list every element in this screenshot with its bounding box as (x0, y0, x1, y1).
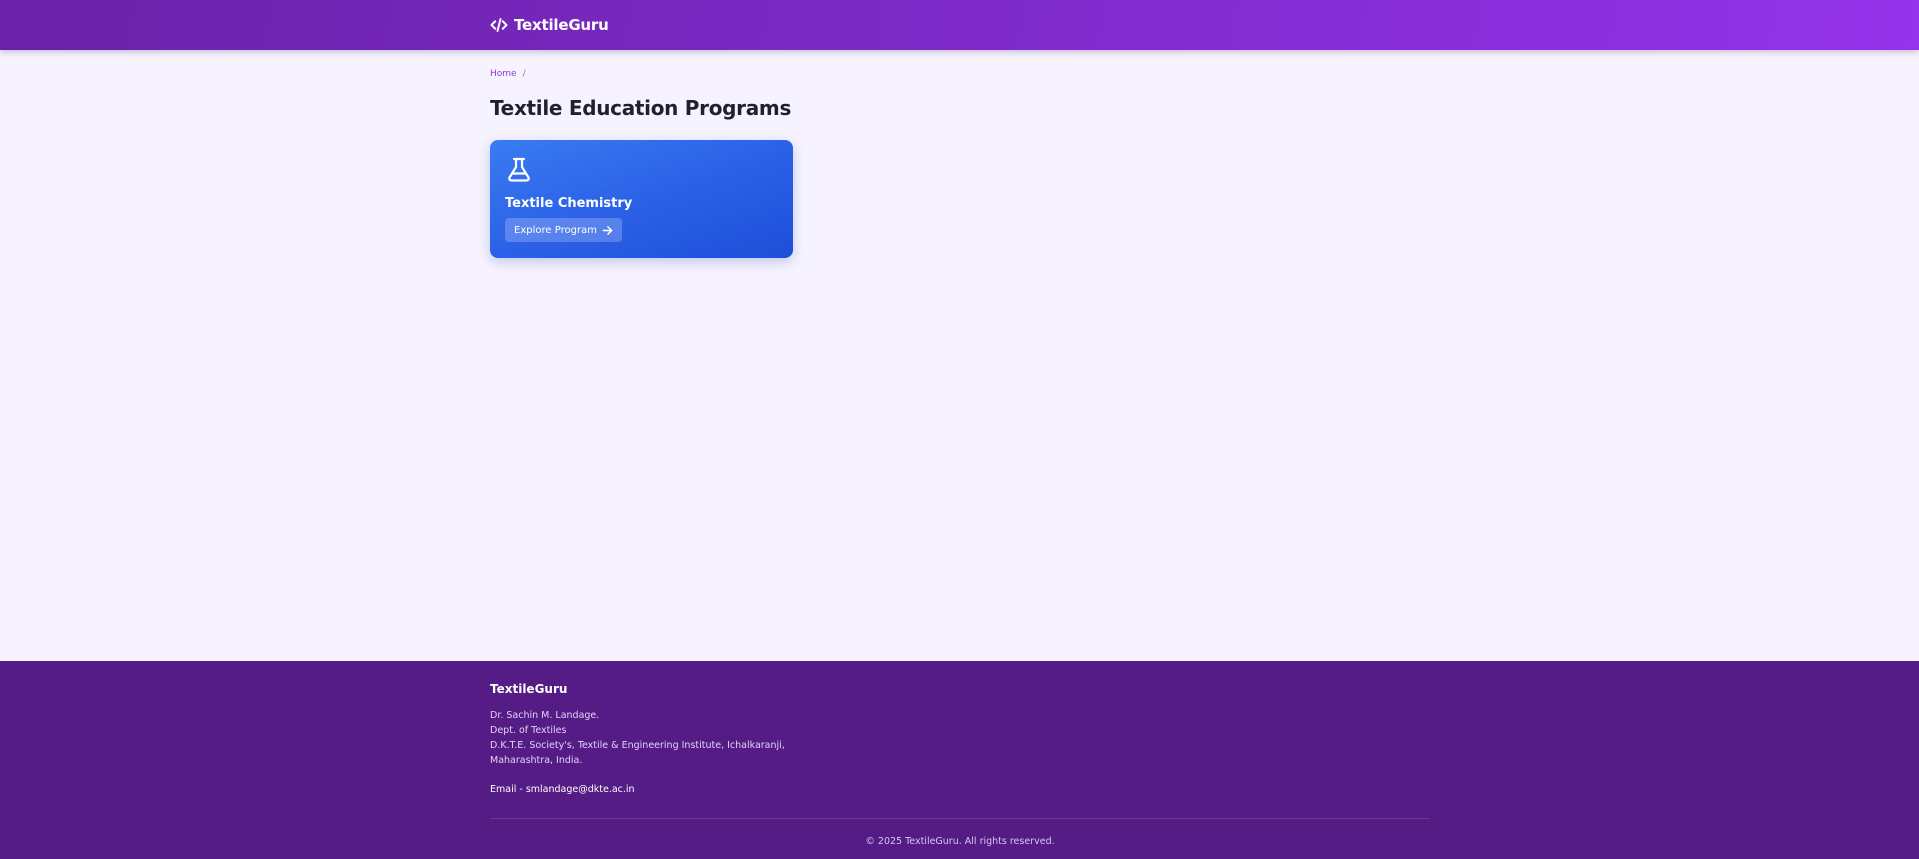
explore-program-button[interactable]: Explore Program (505, 218, 622, 242)
page-title: Textile Education Programs (490, 96, 792, 120)
breadcrumb-separator: / (522, 69, 526, 79)
brand-name: TextileGuru (514, 16, 609, 34)
flask-icon (505, 156, 533, 184)
footer-brand: TextileGuru (490, 682, 568, 696)
breadcrumb: Home / (490, 69, 1430, 79)
footer-address: Dr. Sachin M. Landage. Dept. of Textiles… (490, 708, 785, 768)
explore-program-label: Explore Program (514, 224, 597, 236)
address-line-state: Maharashtra, India. (490, 755, 583, 766)
address-line-name: Dr. Sachin M. Landage. (490, 710, 600, 721)
code-icon (490, 16, 508, 34)
top-navbar: TextileGuru (0, 0, 1919, 50)
program-card-textile-chemistry[interactable]: Textile Chemistry Explore Program (490, 140, 793, 258)
address-line-institute: D.K.T.E. Society's, Textile & Engineerin… (490, 740, 785, 751)
footer-email: Email - smlandage@dkte.ac.in (490, 784, 635, 795)
arrow-right-icon (602, 225, 613, 235)
site-footer: TextileGuru Dr. Sachin M. Landage. Dept.… (0, 661, 1919, 859)
brand-link[interactable]: TextileGuru (490, 14, 1430, 36)
program-title: Textile Chemistry (505, 196, 633, 211)
copyright-text: © 2025 TextileGuru. All rights reserved. (865, 836, 1055, 847)
breadcrumb-home-link[interactable]: Home (490, 69, 517, 79)
address-line-dept: Dept. of Textiles (490, 725, 567, 736)
footer-divider (490, 818, 1430, 819)
